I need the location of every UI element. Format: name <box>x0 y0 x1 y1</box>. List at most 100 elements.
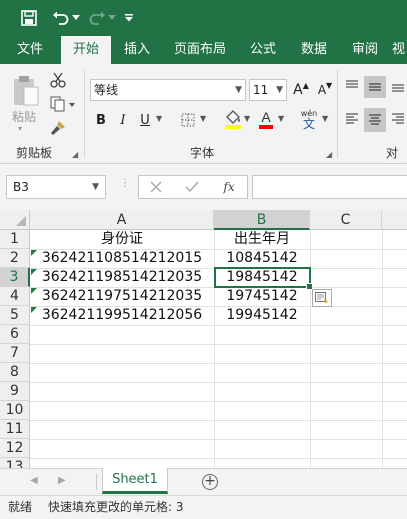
row-header[interactable]: 8 <box>0 363 30 382</box>
column-header-a[interactable]: A <box>30 210 214 230</box>
tab-insert[interactable]: 插入 <box>114 36 160 64</box>
row-header[interactable]: 4 <box>0 287 30 306</box>
align-bottom-icon[interactable] <box>388 76 407 96</box>
align-right-icon[interactable] <box>388 108 407 130</box>
underline-button[interactable]: U <box>136 110 154 130</box>
clipboard-launcher-icon[interactable]: ◢ <box>72 150 78 159</box>
column-header-d[interactable] <box>382 210 407 230</box>
align-top-icon[interactable] <box>342 76 362 96</box>
active-cell-selection[interactable] <box>214 267 313 290</box>
font-color-icon[interactable]: A <box>256 108 276 130</box>
redo-icon[interactable] <box>86 7 108 29</box>
next-sheet-icon[interactable]: ▶ <box>58 475 66 486</box>
row-header[interactable]: 9 <box>0 382 30 401</box>
name-box[interactable]: B3 ▼ <box>6 175 106 199</box>
gridline <box>30 420 407 421</box>
row-header[interactable]: 7 <box>0 344 30 363</box>
cell-a3[interactable]: 362421198514212035 <box>30 268 214 287</box>
cell-b1[interactable]: 出生年月 <box>214 230 310 249</box>
formula-input[interactable] <box>252 175 407 199</box>
format-painter-icon[interactable] <box>48 118 68 138</box>
cut-icon[interactable] <box>48 70 68 90</box>
status-bar: 就绪 快速填充更改的单元格: 3 <box>0 495 407 519</box>
align-left-icon[interactable] <box>342 108 362 130</box>
row-header[interactable]: 2 <box>0 249 30 268</box>
tab-file[interactable]: 文件 <box>8 36 52 64</box>
row-header[interactable]: 5 <box>0 306 30 325</box>
column-header-c[interactable]: C <box>310 210 382 230</box>
undo-icon[interactable] <box>50 7 72 29</box>
prev-sheet-icon[interactable]: ◀ <box>30 475 38 486</box>
undo-dropdown-icon[interactable] <box>71 7 81 29</box>
formula-buttons: fx <box>138 175 248 199</box>
tab-page-layout[interactable]: 页面布局 <box>165 36 235 64</box>
redo-dropdown-icon[interactable] <box>107 7 117 29</box>
align-middle-icon[interactable] <box>364 76 386 98</box>
shrink-font-button[interactable]: A ▼ <box>316 79 334 101</box>
align-center-icon[interactable] <box>364 108 386 132</box>
font-name-combo[interactable]: 等线 ▼ <box>90 79 246 101</box>
add-sheet-icon[interactable]: + <box>202 474 218 490</box>
error-indicator-icon[interactable] <box>31 269 37 275</box>
row-header[interactable]: 3 <box>0 268 30 287</box>
cell-a4[interactable]: 362421197514212035 <box>30 287 214 306</box>
cell-b4[interactable]: 19745142 <box>214 287 310 306</box>
row-header[interactable]: 1 <box>0 230 30 249</box>
sheet-tab-sheet1[interactable]: Sheet1 <box>102 468 168 494</box>
name-box-dropdown-icon[interactable]: ▼ <box>92 176 99 198</box>
borders-dropdown-icon[interactable]: ▼ <box>200 114 206 123</box>
tab-view[interactable]: 视 <box>392 36 407 64</box>
tab-formulas[interactable]: 公式 <box>242 36 284 64</box>
gridline <box>382 230 383 468</box>
tab-data[interactable]: 数据 <box>293 36 335 64</box>
cell-b2[interactable]: 10845142 <box>214 249 310 268</box>
font-name-dropdown-icon[interactable]: ▼ <box>235 80 242 100</box>
save-icon[interactable] <box>18 7 40 29</box>
customize-toolbar-icon[interactable] <box>122 7 136 29</box>
font-color-dropdown-icon[interactable]: ▼ <box>278 114 284 123</box>
error-indicator-icon[interactable] <box>31 307 37 313</box>
sheet-tab-bar: ◀ ▶ Sheet1 + <box>0 468 407 495</box>
row-header[interactable]: 11 <box>0 420 30 439</box>
cell-a5[interactable]: 362421199514212056 <box>30 306 214 325</box>
font-size-dropdown-icon[interactable]: ▼ <box>276 80 283 100</box>
cell-a2[interactable]: 362421108514212015 <box>30 249 214 268</box>
status-message: 快速填充更改的单元格: 3 <box>48 500 184 514</box>
grow-font-button[interactable]: A ▲ <box>292 79 310 101</box>
font-group-label: 字体 <box>190 146 215 160</box>
font-size-combo[interactable]: 11 ▼ <box>249 79 287 101</box>
paste-dropdown-icon[interactable]: ▾ <box>18 124 22 133</box>
gridline <box>30 458 407 459</box>
fill-color-icon[interactable] <box>222 108 244 130</box>
select-all-button[interactable] <box>0 210 30 230</box>
formula-bar-grip-icon[interactable]: ⋮ <box>120 178 130 189</box>
error-indicator-icon[interactable] <box>31 288 37 294</box>
insert-function-button[interactable]: fx <box>217 178 241 196</box>
paste-label[interactable]: 粘贴 <box>12 108 36 125</box>
phonetic-dropdown-icon[interactable]: ▼ <box>322 114 328 123</box>
column-header-b[interactable]: B <box>214 210 310 230</box>
cancel-icon[interactable] <box>145 178 167 196</box>
underline-dropdown-icon[interactable]: ▼ <box>156 114 162 123</box>
copy-icon[interactable] <box>48 94 78 114</box>
font-size-value: 11 <box>253 83 269 97</box>
cell-a1[interactable]: 身份证 <box>30 230 214 249</box>
borders-icon[interactable] <box>178 110 198 130</box>
grow-font-icon: ▲ <box>302 80 309 90</box>
font-launcher-icon[interactable]: ◢ <box>326 150 332 159</box>
phonetic-button[interactable]: wén 文 <box>298 108 320 132</box>
row-header[interactable]: 10 <box>0 401 30 420</box>
error-indicator-icon[interactable] <box>31 250 37 256</box>
fill-color-dropdown-icon[interactable]: ▼ <box>244 114 250 123</box>
row-header[interactable]: 12 <box>0 439 30 458</box>
row-header[interactable]: 6 <box>0 325 30 344</box>
paste-icon[interactable] <box>10 72 42 110</box>
row-header[interactable]: 13 <box>0 458 30 468</box>
tab-home[interactable]: 开始 <box>61 36 111 64</box>
enter-icon[interactable] <box>181 178 203 196</box>
flash-fill-options-icon[interactable] <box>312 289 332 307</box>
tab-review[interactable]: 审阅 <box>344 36 386 64</box>
cell-b5[interactable]: 19945142 <box>214 306 310 325</box>
italic-button[interactable]: I <box>114 110 132 130</box>
bold-button[interactable]: B <box>92 110 110 130</box>
